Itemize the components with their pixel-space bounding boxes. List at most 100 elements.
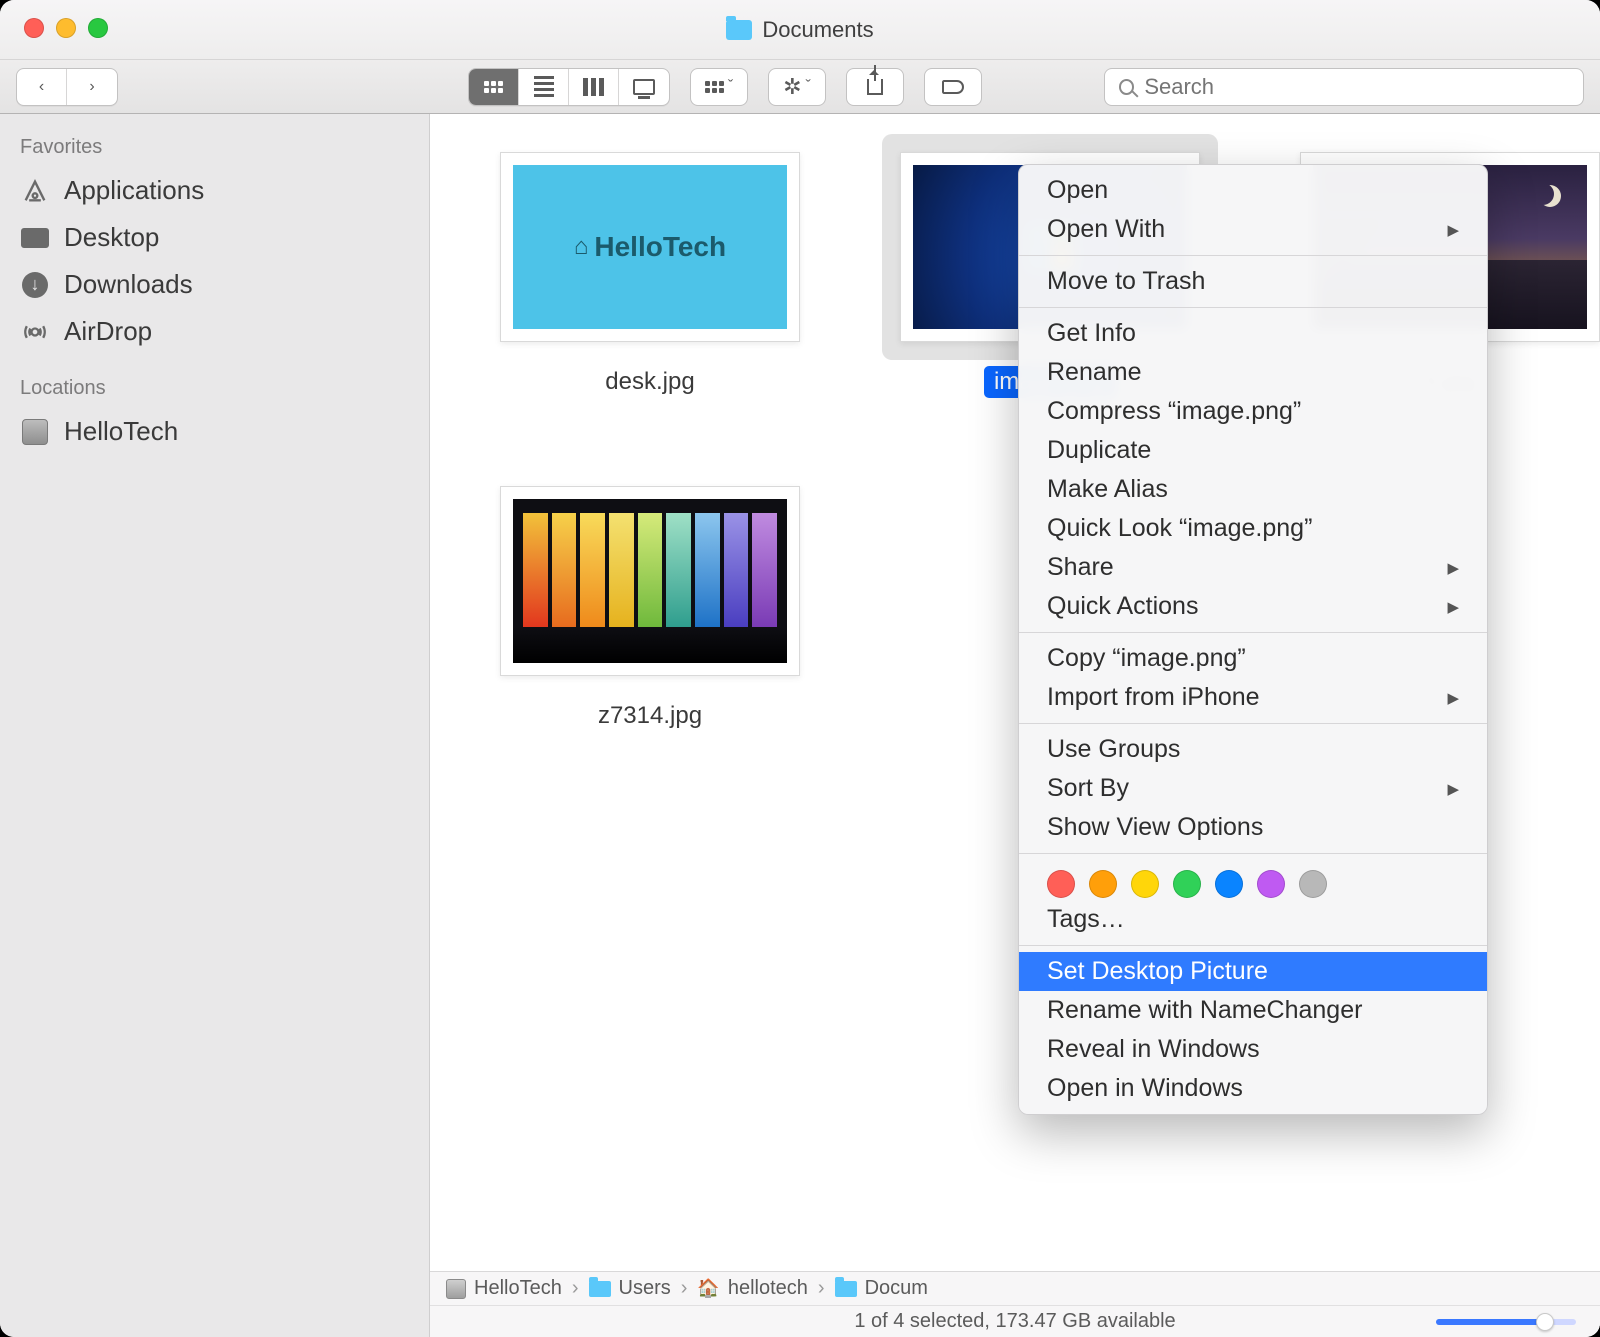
back-button[interactable]: ‹ (17, 69, 67, 105)
tag-blue[interactable] (1215, 870, 1243, 898)
sidebar-item-desktop[interactable]: Desktop (10, 214, 419, 261)
menu-item-share[interactable]: Share (1019, 548, 1487, 587)
file-name[interactable]: desk.jpg (595, 366, 704, 398)
desktop-icon (20, 225, 50, 251)
airdrop-icon (20, 319, 50, 345)
group-by-button[interactable]: ˇ (690, 68, 748, 106)
menu-item-move-to-trash[interactable]: Move to Trash (1019, 262, 1487, 301)
sidebar-item-applications[interactable]: Applications (10, 167, 419, 214)
chevron-down-icon: ˇ (728, 78, 733, 96)
path-bar: HelloTech › Users › 🏠hellotech › Docum (430, 1271, 1600, 1305)
view-list-button[interactable] (519, 69, 569, 105)
view-column-button[interactable] (569, 69, 619, 105)
menu-separator (1019, 255, 1487, 256)
menu-separator (1019, 853, 1487, 854)
tag-green[interactable] (1173, 870, 1201, 898)
folder-icon (589, 1281, 611, 1297)
search-field[interactable] (1104, 68, 1584, 106)
menu-item-open-with[interactable]: Open With (1019, 210, 1487, 249)
chevron-down-icon: ˇ (806, 78, 811, 96)
window-controls (24, 18, 108, 38)
file-name[interactable]: z7314.jpg (588, 700, 712, 732)
close-window-button[interactable] (24, 18, 44, 38)
slider-knob[interactable] (1536, 1313, 1554, 1331)
file-item[interactable]: ⌂HelloTech desk.jpg (460, 134, 840, 398)
path-crumb[interactable]: Users (589, 1277, 671, 1300)
window-title: Documents (0, 17, 1600, 43)
file-thumbnail (513, 499, 787, 663)
menu-item-quick-actions[interactable]: Quick Actions (1019, 587, 1487, 626)
sidebar-section-locations: Locations (10, 369, 419, 408)
path-separator-icon: › (681, 1277, 688, 1300)
toolbar: ‹ › ˇ ✲ˇ (0, 60, 1600, 114)
context-menu: Open Open With Move to Trash Get Info Re… (1018, 164, 1488, 1115)
forward-button[interactable]: › (67, 69, 117, 105)
menu-item-tags[interactable]: Tags… (1019, 900, 1487, 939)
menu-separator (1019, 307, 1487, 308)
sidebar-item-downloads[interactable]: ↓ Downloads (10, 261, 419, 308)
action-menu-button[interactable]: ✲ˇ (768, 68, 826, 106)
file-item[interactable]: z7314.jpg (460, 468, 840, 732)
tags-button[interactable] (924, 68, 982, 106)
menu-item-rename[interactable]: Rename (1019, 353, 1487, 392)
grid-icon (484, 81, 503, 93)
gear-icon: ✲ (783, 74, 801, 100)
minimize-window-button[interactable] (56, 18, 76, 38)
menu-item-open-in-windows[interactable]: Open in Windows (1019, 1069, 1487, 1108)
path-crumb[interactable]: HelloTech (446, 1277, 562, 1300)
disk-icon (446, 1279, 466, 1299)
group-icon (705, 81, 724, 93)
list-icon (534, 76, 554, 97)
sidebar-item-hellotech[interactable]: HelloTech (10, 408, 419, 455)
sidebar-item-label: Desktop (64, 222, 159, 253)
menu-item-quick-look[interactable]: Quick Look “image.png” (1019, 509, 1487, 548)
tag-gray[interactable] (1299, 870, 1327, 898)
menu-item-rename-with-namechanger[interactable]: Rename with NameChanger (1019, 991, 1487, 1030)
share-button[interactable] (846, 68, 904, 106)
menu-item-reveal-in-windows[interactable]: Reveal in Windows (1019, 1030, 1487, 1069)
search-input[interactable] (1144, 74, 1569, 100)
path-crumb[interactable]: Docum (835, 1277, 928, 1300)
view-gallery-button[interactable] (619, 69, 669, 105)
window-title-text: Documents (762, 17, 873, 43)
tag-purple[interactable] (1257, 870, 1285, 898)
menu-item-import-from-iphone[interactable]: Import from iPhone (1019, 678, 1487, 717)
menu-item-get-info[interactable]: Get Info (1019, 314, 1487, 353)
icon-size-slider[interactable] (1436, 1319, 1576, 1325)
gallery-icon (633, 79, 655, 95)
tag-yellow[interactable] (1131, 870, 1159, 898)
menu-item-compress[interactable]: Compress “image.png” (1019, 392, 1487, 431)
home-icon: 🏠 (697, 1278, 719, 1299)
tag-orange[interactable] (1089, 870, 1117, 898)
sidebar-item-label: AirDrop (64, 316, 152, 347)
sidebar: Favorites Applications Desktop ↓ Downloa… (0, 114, 430, 1337)
sidebar-item-airdrop[interactable]: AirDrop (10, 308, 419, 355)
menu-item-show-view-options[interactable]: Show View Options (1019, 808, 1487, 847)
menu-separator (1019, 632, 1487, 633)
titlebar: Documents (0, 0, 1600, 60)
menu-item-open[interactable]: Open (1019, 171, 1487, 210)
menu-item-use-groups[interactable]: Use Groups (1019, 730, 1487, 769)
sidebar-item-label: Downloads (64, 269, 193, 300)
finder-window: Documents ‹ › ˇ ✲ˇ Favorites Appl (0, 0, 1600, 1337)
status-bar: 1 of 4 selected, 173.47 GB available (430, 1305, 1600, 1337)
columns-icon (583, 78, 604, 96)
tag-red[interactable] (1047, 870, 1075, 898)
menu-item-copy[interactable]: Copy “image.png” (1019, 639, 1487, 678)
menu-item-set-desktop-picture[interactable]: Set Desktop Picture (1019, 952, 1487, 991)
view-icon-button[interactable] (469, 69, 519, 105)
menu-item-duplicate[interactable]: Duplicate (1019, 431, 1487, 470)
sidebar-section-favorites: Favorites (10, 128, 419, 167)
path-crumb[interactable]: 🏠hellotech (697, 1277, 807, 1300)
tags-color-row (1019, 860, 1487, 900)
menu-separator (1019, 723, 1487, 724)
path-separator-icon: › (818, 1277, 825, 1300)
tag-icon (942, 80, 964, 94)
menu-item-sort-by[interactable]: Sort By (1019, 769, 1487, 808)
menu-item-make-alias[interactable]: Make Alias (1019, 470, 1487, 509)
downloads-icon: ↓ (20, 272, 50, 298)
view-switcher (468, 68, 670, 106)
search-icon (1119, 79, 1134, 95)
folder-icon (835, 1281, 857, 1297)
fullscreen-window-button[interactable] (88, 18, 108, 38)
